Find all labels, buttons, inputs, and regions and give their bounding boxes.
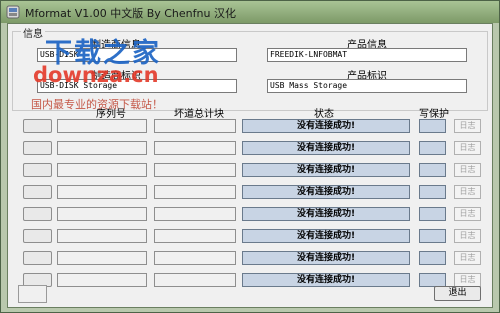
row-button[interactable]	[23, 119, 52, 133]
log-button[interactable]: 日志	[454, 229, 481, 243]
bad-blocks-cell	[154, 251, 236, 265]
write-protect-cell	[419, 207, 446, 221]
exit-button[interactable]: 退出	[434, 286, 481, 301]
bad-blocks-cell	[154, 119, 236, 133]
serial-cell	[57, 229, 147, 243]
bad-blocks-cell	[154, 207, 236, 221]
status-cell: 没有连接成功!	[242, 119, 410, 133]
watermark-url: downza.cn	[33, 63, 159, 87]
app-icon	[6, 5, 20, 19]
table-row: 没有连接成功! 日志	[23, 119, 483, 133]
bad-blocks-cell	[154, 229, 236, 243]
write-protect-cell	[419, 119, 446, 133]
product-id-field[interactable]: USB Mass Storage	[267, 79, 467, 93]
table-row: 没有连接成功! 日志	[23, 207, 483, 221]
write-protect-cell	[419, 273, 446, 287]
status-cell: 没有连接成功!	[242, 229, 410, 243]
log-button[interactable]: 日志	[454, 251, 481, 265]
bad-blocks-cell	[154, 185, 236, 199]
col-bad-blocks: 坏道总计块	[174, 109, 224, 120]
row-button[interactable]	[23, 185, 52, 199]
status-cell: 没有连接成功!	[242, 185, 410, 199]
serial-cell	[57, 141, 147, 155]
table-row: 没有连接成功! 日志	[23, 273, 483, 287]
write-protect-cell	[419, 185, 446, 199]
serial-cell	[57, 119, 147, 133]
bottom-left-panel	[18, 285, 47, 303]
serial-cell	[57, 185, 147, 199]
status-cell: 没有连接成功!	[242, 273, 410, 287]
window-title: Mformat V1.00 中文版 By Chenfnu 汉化	[25, 7, 236, 20]
status-cell: 没有连接成功!	[242, 251, 410, 265]
row-button[interactable]	[23, 207, 52, 221]
log-button[interactable]: 日志	[454, 141, 481, 155]
write-protect-cell	[419, 229, 446, 243]
main-window: Mformat V1.00 中文版 By Chenfnu 汉化 信息 制造商信息…	[0, 0, 500, 313]
bad-blocks-cell	[154, 163, 236, 177]
info-group-label: 信息	[21, 25, 45, 40]
row-button[interactable]	[23, 141, 52, 155]
table-row: 没有连接成功! 日志	[23, 185, 483, 199]
row-button[interactable]	[23, 229, 52, 243]
table-row: 没有连接成功! 日志	[23, 163, 483, 177]
col-write-protect: 写保护	[419, 109, 449, 120]
log-button[interactable]: 日志	[454, 273, 481, 287]
watermark-slogan: 国内最专业的资源下载站！	[31, 98, 163, 111]
log-button[interactable]: 日志	[454, 119, 481, 133]
log-button[interactable]: 日志	[454, 163, 481, 177]
status-cell: 没有连接成功!	[242, 163, 410, 177]
write-protect-cell	[419, 141, 446, 155]
bad-blocks-cell	[154, 141, 236, 155]
serial-cell	[57, 163, 147, 177]
table-row: 没有连接成功! 日志	[23, 229, 483, 243]
row-button[interactable]	[23, 251, 52, 265]
serial-cell	[57, 251, 147, 265]
status-cell: 没有连接成功!	[242, 141, 410, 155]
row-button[interactable]	[23, 163, 52, 177]
title-bar[interactable]: Mformat V1.00 中文版 By Chenfnu 汉化	[1, 1, 499, 23]
log-button[interactable]: 日志	[454, 185, 481, 199]
write-protect-cell	[419, 163, 446, 177]
serial-cell	[57, 273, 147, 287]
table-row: 没有连接成功! 日志	[23, 251, 483, 265]
log-button[interactable]: 日志	[454, 207, 481, 221]
serial-cell	[57, 207, 147, 221]
col-status: 状态	[314, 109, 334, 120]
product-info-field[interactable]: FREEDIK-LNFOBMAT	[267, 48, 467, 62]
table-row: 没有连接成功! 日志	[23, 141, 483, 155]
write-protect-cell	[419, 251, 446, 265]
bad-blocks-cell	[154, 273, 236, 287]
status-cell: 没有连接成功!	[242, 207, 410, 221]
